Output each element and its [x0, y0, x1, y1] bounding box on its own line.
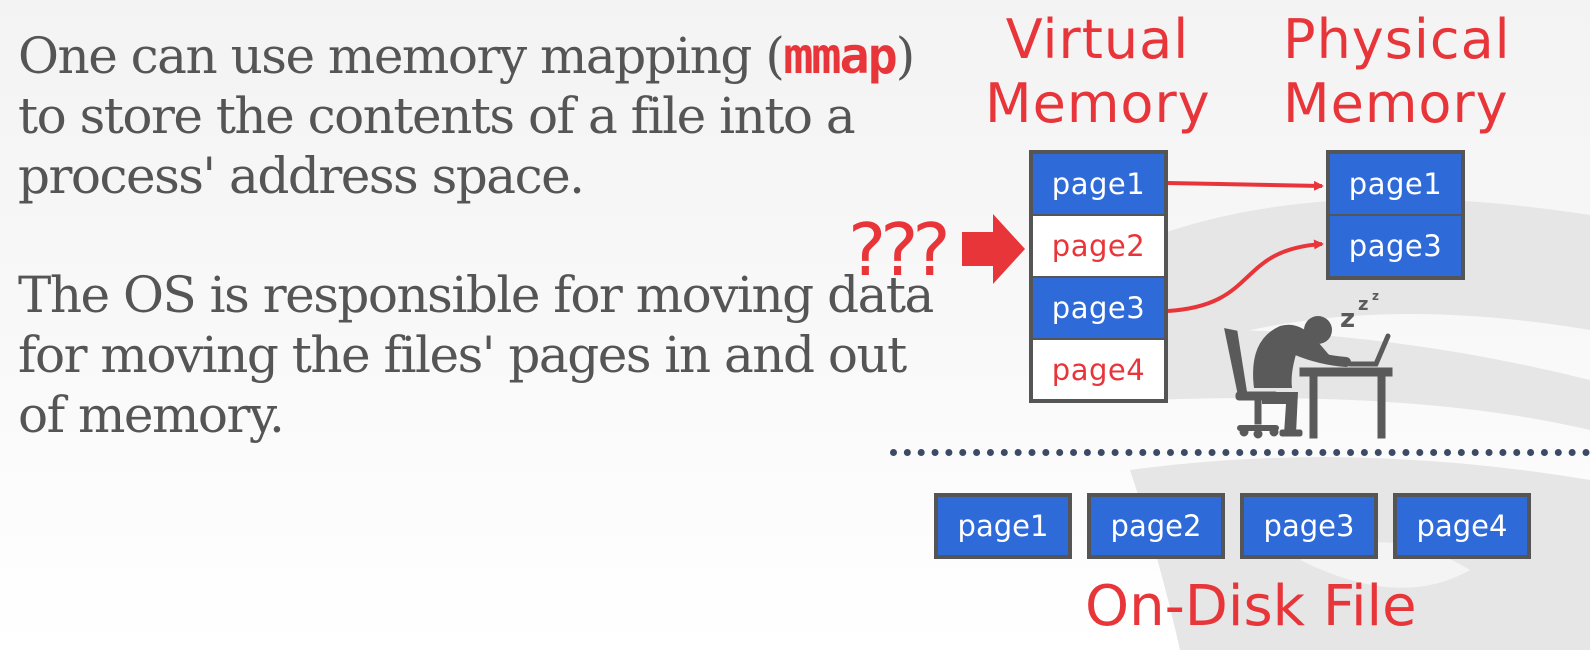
disk-page-3: page3 — [1240, 493, 1378, 559]
disk-page-4: page4 — [1393, 493, 1531, 559]
heading-line: Memory — [985, 72, 1211, 135]
question-marks: ??? — [848, 208, 951, 292]
disk-page-label: page1 — [938, 497, 1068, 555]
paragraph-line: of memory. — [18, 386, 285, 444]
text-span: ) — [895, 27, 916, 85]
physical-memory-stack: page1 page3 — [1326, 150, 1465, 280]
memory-disk-divider — [890, 449, 1590, 456]
disk-page-label: page2 — [1091, 497, 1221, 555]
on-disk-file-label: On-Disk File — [1085, 574, 1417, 639]
paragraph-line: The OS is responsible for moving data — [18, 266, 934, 324]
paragraph-line: process' address space. — [18, 147, 585, 205]
virtual-memory-heading: Virtual Memory — [985, 8, 1210, 136]
virtual-page-3: page3 — [1033, 278, 1164, 338]
mmap-code: mmap — [783, 27, 897, 85]
physical-page-3: page3 — [1330, 216, 1461, 276]
paragraph-line: One can use memory mapping (mmap) — [18, 26, 916, 86]
virtual-page-4: page4 — [1033, 340, 1164, 399]
paragraph-line: for moving the files' pages in and out — [18, 326, 907, 384]
disk-page-2: page2 — [1087, 493, 1225, 559]
physical-memory-heading: Physical Memory — [1283, 8, 1511, 136]
physical-page-1: page1 — [1330, 154, 1461, 214]
virtual-memory-stack: page1 page2 page3 page4 — [1029, 150, 1168, 403]
paragraph-mmap: One can use memory mapping (mmap) to sto… — [18, 26, 916, 206]
heading-line: Physical — [1283, 8, 1511, 71]
disk-page-1: page1 — [934, 493, 1072, 559]
virtual-page-2: page2 — [1033, 216, 1164, 276]
disk-page-label: page3 — [1244, 497, 1374, 555]
heading-line: Virtual — [1005, 8, 1190, 71]
virtual-page-1: page1 — [1033, 154, 1164, 214]
disk-page-label: page4 — [1397, 497, 1527, 555]
heading-line: Memory — [1283, 72, 1509, 135]
paragraph-line: to store the contents of a file into a — [18, 87, 856, 145]
text-span: One can use memory mapping ( — [18, 27, 785, 85]
paragraph-os: The OS is responsible for moving data fo… — [18, 265, 934, 445]
